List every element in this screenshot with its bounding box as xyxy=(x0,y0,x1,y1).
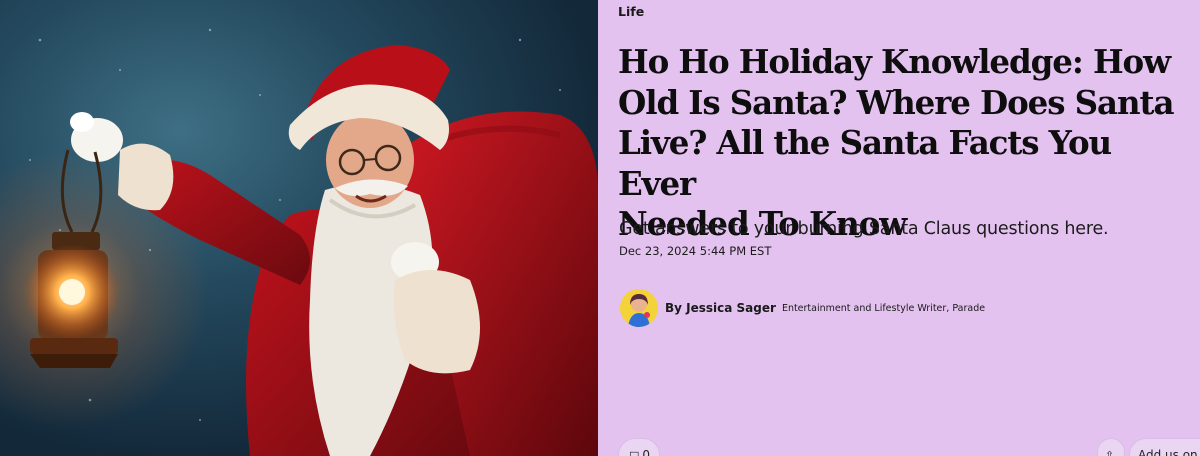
santa-illustration xyxy=(24,28,598,456)
comments-button[interactable]: □ 0 xyxy=(618,438,660,456)
article-header: Life Ho Ho Holiday Knowledge: How Old Is… xyxy=(598,0,1200,456)
author-row: By Jessica Sager Entertainment and Lifes… xyxy=(620,289,985,327)
article-headline: Ho Ho Holiday Knowledge: How Old Is Sant… xyxy=(618,42,1198,245)
headline-line: Old Is Santa? Where Does Santa xyxy=(618,82,1175,122)
article-dek: Get answers to your burning Santa Claus … xyxy=(619,219,1109,239)
hero-image xyxy=(0,0,598,456)
add-us-label: Add us on xyxy=(1138,448,1198,456)
author-avatar-icon xyxy=(620,289,658,327)
headline-line: Live? All the Santa Facts You Ever xyxy=(618,123,1112,203)
author-avatar[interactable] xyxy=(620,289,658,327)
author-byline[interactable]: By Jessica Sager xyxy=(665,301,776,315)
add-us-button[interactable]: Add us on xyxy=(1129,438,1200,456)
author-role: Entertainment and Lifestyle Writer, Para… xyxy=(781,302,986,314)
share-button[interactable]: ⇧ xyxy=(1097,438,1125,456)
share-icon: ⇧ xyxy=(1104,448,1115,456)
category-link[interactable]: Life xyxy=(618,4,644,19)
headline-line: Ho Ho Holiday Knowledge: How xyxy=(618,42,1171,81)
publish-date: Dec 23, 2024 5:44 PM EST xyxy=(619,244,772,258)
comment-icon: □ xyxy=(629,448,640,456)
comments-count: 0 xyxy=(642,448,651,456)
